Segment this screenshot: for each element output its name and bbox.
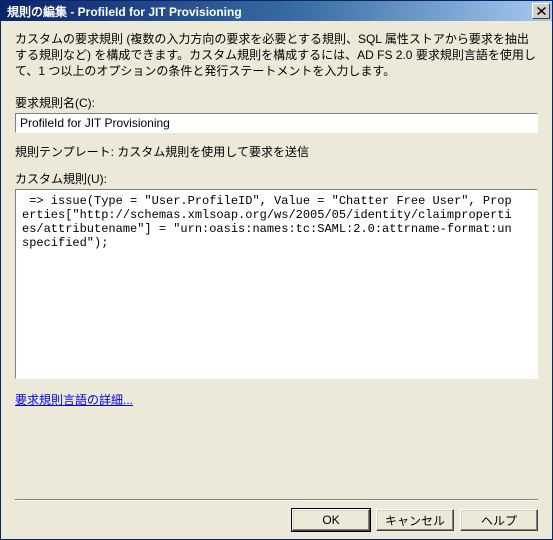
button-separator [15,499,538,501]
custom-rule-wrapper [15,189,538,379]
custom-rule-textarea[interactable] [15,189,538,379]
edit-rule-dialog: 規則の編集 - ProfileId for JIT Provisioning カ… [0,0,553,540]
help-button[interactable]: ヘルプ [460,509,538,531]
rule-name-label: 要求規則名(C): [15,94,538,111]
rule-language-details-link[interactable]: 要求規則言語の詳細... [15,391,538,408]
spacer [15,408,538,499]
close-button[interactable] [532,3,550,19]
intro-text: カスタムの要求規則 (複数の入力方向の要求を必要とする規則、SQL 属性ストアか… [15,31,538,80]
titlebar: 規則の編集 - ProfileId for JIT Provisioning [1,1,552,21]
custom-rule-label: カスタム規則(U): [15,170,538,187]
dialog-client-area: カスタムの要求規則 (複数の入力方向の要求を必要とする規則、SQL 属性ストアか… [1,21,552,539]
rule-name-input[interactable] [15,113,538,133]
button-row: OK キャンセル ヘルプ [15,507,538,531]
rule-template-line: 規則テンプレート: カスタム規則を使用して要求を送信 [15,143,538,160]
cancel-button[interactable]: キャンセル [376,509,454,531]
close-icon [537,7,546,15]
titlebar-text: 規則の編集 - ProfileId for JIT Provisioning [7,3,530,20]
ok-button[interactable]: OK [292,509,370,531]
